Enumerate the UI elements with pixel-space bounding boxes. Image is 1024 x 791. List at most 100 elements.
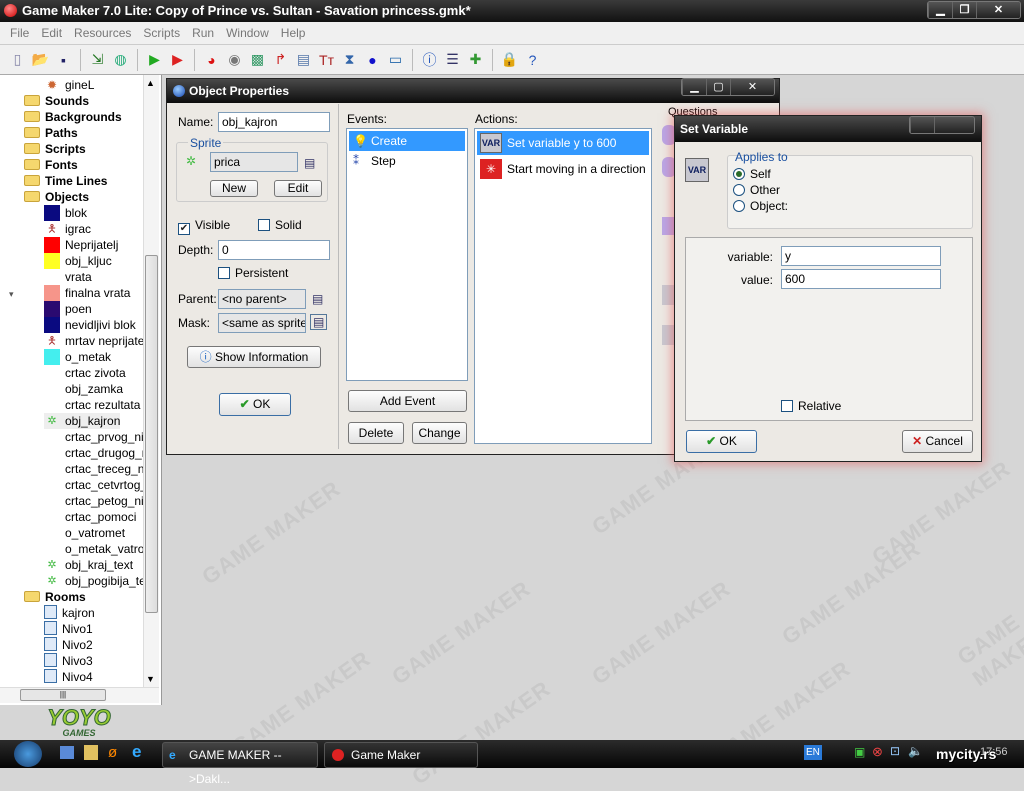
- tree-object[interactable]: crtac rezultata: [44, 397, 140, 413]
- taskbar-item-browser[interactable]: e GAME MAKER -->Dakl...: [162, 742, 318, 786]
- add-timeline-icon[interactable]: ⧗: [340, 50, 359, 69]
- tree-object[interactable]: blok: [44, 205, 87, 221]
- game-information-icon[interactable]: ⓘ: [420, 50, 439, 69]
- tree-object[interactable]: o_metak_vatrom: [44, 541, 154, 557]
- tree-folder[interactable]: Sounds: [24, 93, 89, 109]
- tree-object[interactable]: crtac_treceg_niv: [44, 461, 153, 477]
- tree-hscroll-thumb[interactable]: |||: [20, 689, 106, 701]
- add-font-icon[interactable]: Tт: [317, 50, 336, 69]
- add-background-icon[interactable]: ▩: [248, 50, 267, 69]
- mask-select[interactable]: <same as sprite>: [218, 313, 306, 333]
- resource-tree[interactable]: ✹ gineL Sounds Backgrounds Paths Scripts Fonts…: [0, 75, 162, 705]
- radio-self[interactable]: Self: [733, 167, 771, 181]
- solid-check[interactable]: [258, 219, 270, 231]
- tree-object[interactable]: crtac_prvog_niv: [44, 429, 150, 445]
- tree-object[interactable]: o_metak: [44, 349, 111, 365]
- show-information-button[interactable]: ⓘ Show Information: [187, 346, 321, 368]
- tree-object[interactable]: crtac_drugog_ni: [44, 445, 151, 461]
- open-folder-icon[interactable]: 📂: [31, 50, 50, 69]
- visible-check[interactable]: ✔: [178, 223, 190, 235]
- delete-event-button[interactable]: Delete: [348, 422, 404, 444]
- depth-input[interactable]: 0: [218, 240, 330, 260]
- add-sprite-icon[interactable]: ◕: [202, 50, 221, 69]
- export-executable-icon[interactable]: ⇲: [88, 50, 107, 69]
- help-icon[interactable]: ?: [523, 50, 542, 69]
- tree-item[interactable]: ✹ gineL: [44, 77, 94, 93]
- extension-packages-icon[interactable]: ✚: [466, 50, 485, 69]
- menu-help[interactable]: Help: [275, 22, 312, 44]
- action-start-moving[interactable]: ✳ Start moving in a direction: [477, 157, 649, 181]
- tree-folder[interactable]: Paths: [24, 125, 78, 141]
- tree-object[interactable]: o_vatromet: [44, 525, 125, 541]
- run-icon[interactable]: ▶: [145, 50, 164, 69]
- volume-icon[interactable]: 🔈: [908, 744, 923, 758]
- add-object-icon[interactable]: ●: [363, 50, 382, 69]
- relative-check[interactable]: [781, 400, 793, 412]
- radio-icon[interactable]: [733, 200, 745, 212]
- tree-folder[interactable]: Scripts: [24, 141, 86, 157]
- tree-object[interactable]: crtac zivota: [44, 365, 126, 381]
- tree-room[interactable]: Nivo1: [44, 621, 93, 637]
- tree-object[interactable]: Neprijatelj: [44, 237, 118, 253]
- internet-explorer-icon[interactable]: e: [132, 742, 141, 762]
- relative-checkbox[interactable]: Relative: [781, 399, 841, 413]
- add-script-icon[interactable]: ▤: [294, 50, 313, 69]
- tree-object[interactable]: ✲ obj_pogibija_text: [44, 573, 155, 589]
- menu-window[interactable]: Window: [220, 22, 275, 44]
- add-event-button[interactable]: Add Event: [348, 390, 467, 412]
- tree-object[interactable]: crtac_petog_niv: [44, 493, 150, 509]
- advanced-mode-icon[interactable]: 🔒: [500, 50, 519, 69]
- media-player-icon[interactable]: ø: [108, 744, 117, 761]
- new-sprite-button[interactable]: New: [210, 180, 258, 197]
- tree-folder[interactable]: Time Lines: [24, 173, 107, 189]
- minimize-button[interactable]: ▁: [682, 79, 706, 95]
- tree-room[interactable]: Nivo3: [44, 653, 93, 669]
- add-sound-icon[interactable]: ◉: [225, 50, 244, 69]
- event-step[interactable]: ⁑ Step: [349, 151, 465, 171]
- tree-object-selected[interactable]: ✲ obj_kajron: [44, 413, 121, 429]
- tree-object[interactable]: 🯅 igrac: [44, 221, 91, 237]
- actions-list[interactable]: VAR Set variable y to 600 ✳ Start moving i…: [474, 128, 652, 444]
- change-event-button[interactable]: Change: [412, 422, 467, 444]
- tree-room[interactable]: Nivo2: [44, 637, 93, 653]
- taskbar-item-game-maker[interactable]: Game Maker: [324, 742, 478, 768]
- close-button[interactable]: [934, 117, 974, 133]
- radio-icon[interactable]: [733, 184, 745, 196]
- persistent-checkbox[interactable]: Persistent: [218, 266, 288, 280]
- tree-object[interactable]: 🯅 mrtav neprijatelj: [44, 333, 150, 349]
- tray-green-icon[interactable]: ▣: [854, 745, 865, 759]
- close-button[interactable]: ✕: [976, 2, 1020, 18]
- radio-object[interactable]: Object:: [733, 199, 788, 213]
- help-button[interactable]: [910, 117, 934, 133]
- action-set-variable[interactable]: VAR Set variable y to 600: [477, 131, 649, 155]
- debug-run-icon[interactable]: ▶: [168, 50, 187, 69]
- tree-scroll-thumb[interactable]: [145, 255, 158, 613]
- menu-resources[interactable]: Resources: [68, 22, 137, 44]
- tree-object[interactable]: obj_kljuc: [44, 253, 112, 269]
- tree-object[interactable]: obj_zamka: [44, 381, 123, 397]
- tree-room[interactable]: kajron: [44, 605, 95, 621]
- menu-edit[interactable]: Edit: [35, 22, 68, 44]
- edit-sprite-button[interactable]: Edit: [274, 180, 322, 197]
- minimize-button[interactable]: ▁: [928, 2, 952, 18]
- add-path-icon[interactable]: ↱: [271, 50, 290, 69]
- tree-object[interactable]: ✲ obj_kraj_text: [44, 557, 133, 573]
- publish-icon[interactable]: ◍: [111, 50, 130, 69]
- add-room-icon[interactable]: ▭: [386, 50, 405, 69]
- radio-other[interactable]: Other: [733, 183, 780, 197]
- tree-object[interactable]: nevidljivi blok: [44, 317, 136, 333]
- tray-error-icon[interactable]: ⊗: [872, 744, 883, 760]
- event-create[interactable]: 💡 Create: [349, 131, 465, 151]
- parent-select[interactable]: <no parent>: [218, 289, 306, 309]
- tree-object[interactable]: poen: [44, 301, 92, 317]
- scroll-down-icon[interactable]: ▼: [146, 674, 155, 684]
- new-file-icon[interactable]: ▯: [8, 50, 27, 69]
- explorer-icon[interactable]: [84, 745, 98, 760]
- mask-menu-icon[interactable]: ▤: [310, 314, 328, 330]
- network-icon[interactable]: ⊡: [890, 744, 900, 758]
- tree-object[interactable]: crtac_cetvrtog_r: [44, 477, 151, 493]
- close-button[interactable]: ✕: [730, 79, 774, 95]
- dialog-cancel-button[interactable]: ✕ Cancel: [902, 430, 973, 453]
- sprite-menu-icon[interactable]: ▤: [304, 156, 315, 170]
- name-input[interactable]: obj_kajron: [218, 112, 330, 132]
